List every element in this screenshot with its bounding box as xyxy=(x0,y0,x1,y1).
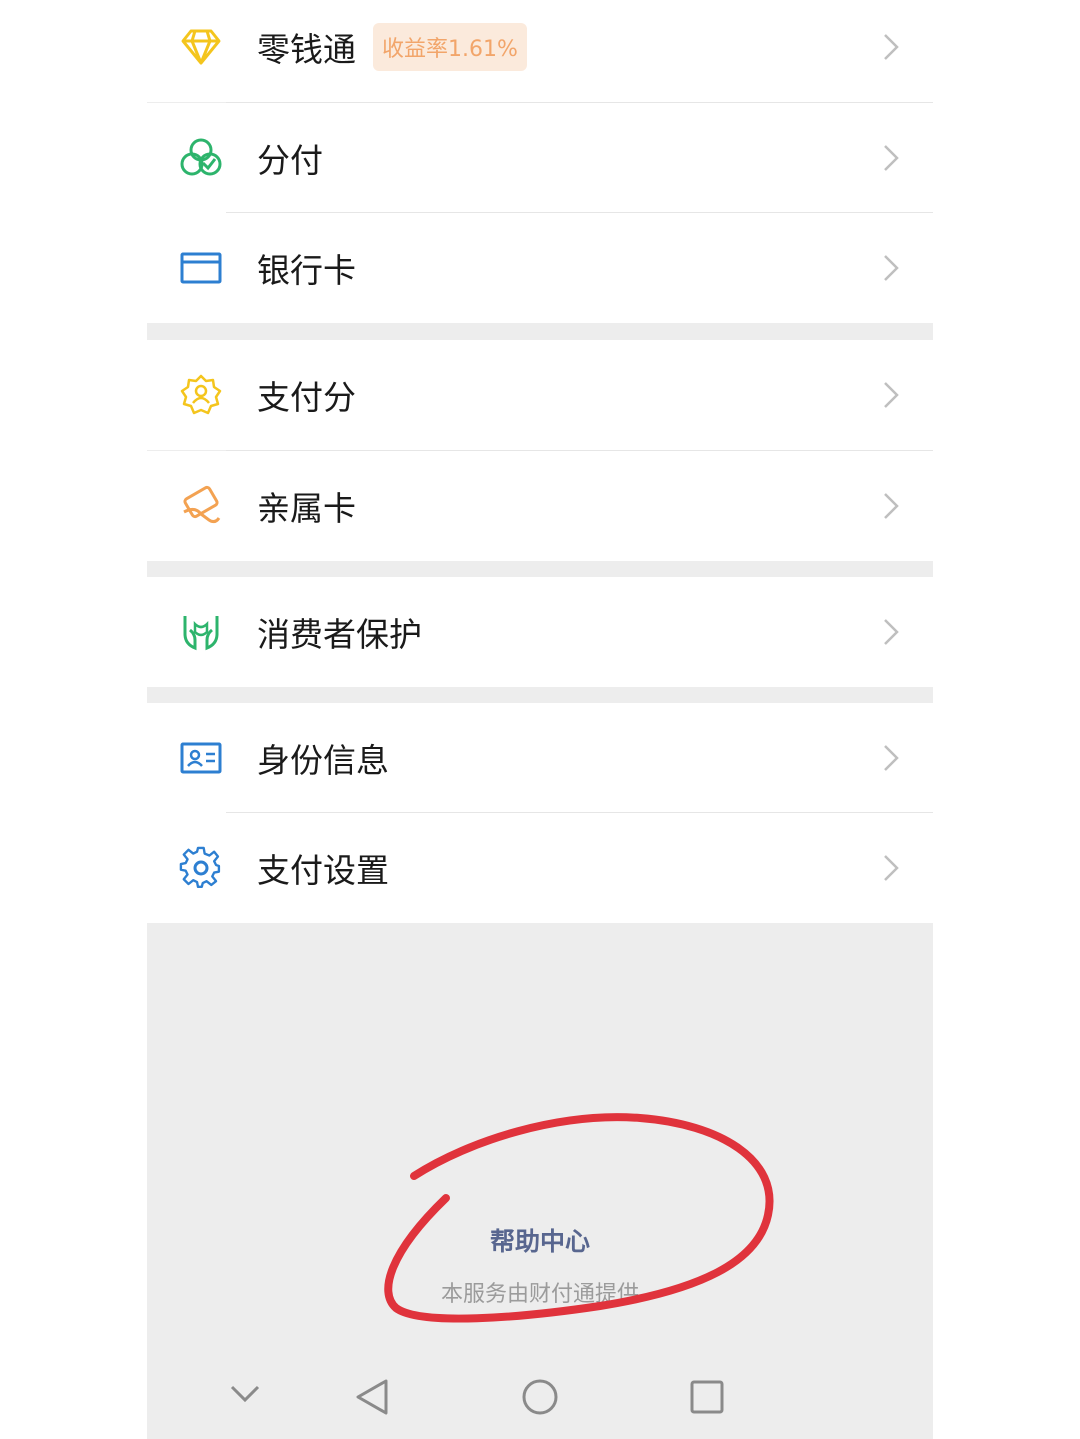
chevron-right-icon xyxy=(883,618,899,646)
menu-item-label: 身份信息 xyxy=(257,741,389,780)
chevron-right-icon xyxy=(883,744,899,772)
yield-rate-badge: 收益率1.61% xyxy=(373,23,527,71)
menu-item-pay-score[interactable]: 支付分 xyxy=(147,340,933,450)
consumer-protection-icon xyxy=(179,610,223,654)
menu-item-lingqiantong[interactable]: 零钱通 收益率1.61% xyxy=(147,0,933,102)
menu-item-label: 银行卡 xyxy=(257,251,356,290)
menu-item-identity-info[interactable]: 身份信息 xyxy=(147,703,933,813)
menu-item-fenfu[interactable]: 分付 xyxy=(147,103,933,213)
chevron-right-icon xyxy=(883,492,899,520)
menu-item-label: 消费者保护 xyxy=(257,615,422,654)
chevron-right-icon xyxy=(883,381,899,409)
menu-item-bank-card[interactable]: 银行卡 xyxy=(147,213,933,323)
menu-item-consumer-protection[interactable]: 消费者保护 xyxy=(147,577,933,687)
gear-icon xyxy=(179,846,223,890)
help-center-link[interactable]: 帮助中心 xyxy=(147,1222,933,1258)
chevron-right-icon xyxy=(883,854,899,882)
menu-item-label: 零钱通 xyxy=(257,30,356,69)
home-circle-icon[interactable] xyxy=(521,1378,559,1416)
recents-square-icon[interactable] xyxy=(690,1380,724,1414)
bank-card-icon xyxy=(179,246,223,290)
provider-text: 本服务由财付通提供 xyxy=(440,1282,639,1307)
family-card-icon xyxy=(179,484,223,528)
id-card-icon xyxy=(179,736,223,780)
chevron-right-icon xyxy=(883,33,899,61)
menu-item-label: 分付 xyxy=(257,141,323,180)
menu-item-family-card[interactable]: 亲属卡 xyxy=(147,451,933,561)
menu-item-label: 亲属卡 xyxy=(257,489,356,528)
menu-item-label: 支付设置 xyxy=(257,851,389,890)
chevron-right-icon xyxy=(883,144,899,172)
back-triangle-icon[interactable] xyxy=(354,1378,390,1416)
collapse-chevron-icon[interactable] xyxy=(230,1384,260,1404)
menu-item-pay-settings[interactable]: 支付设置 xyxy=(147,813,933,923)
diamond-icon xyxy=(179,25,223,69)
chevron-right-icon xyxy=(883,254,899,282)
fenfu-icon xyxy=(179,136,223,180)
pay-score-icon xyxy=(179,373,223,417)
menu-item-label: 支付分 xyxy=(257,378,356,417)
